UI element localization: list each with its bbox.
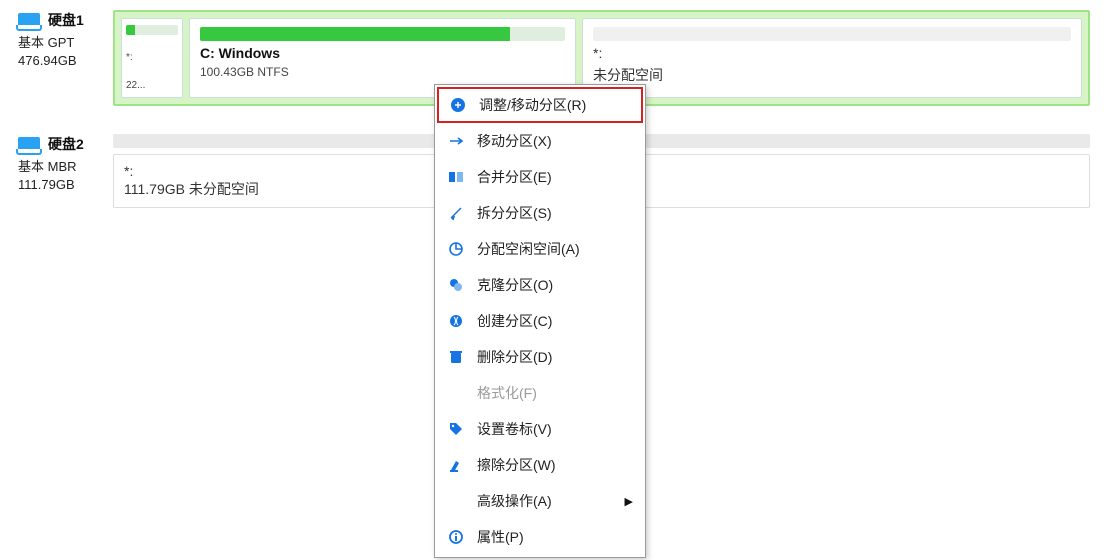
side-star: *: bbox=[593, 45, 1071, 61]
merge-icon bbox=[447, 168, 465, 186]
small-part-symbol: *: bbox=[126, 52, 178, 63]
disk1-type: 基本 GPT bbox=[18, 32, 113, 51]
menu-move-label: 移动分区(X) bbox=[477, 131, 552, 151]
disk1-name: 硬盘1 bbox=[48, 10, 84, 30]
menu-delete[interactable]: 删除分区(D) bbox=[437, 339, 643, 375]
submenu-arrow-icon: ▶ bbox=[625, 495, 633, 508]
side-usage-bar bbox=[593, 27, 1071, 41]
main-usage-bar bbox=[200, 27, 565, 41]
clone-icon bbox=[447, 276, 465, 294]
menu-clone-label: 克隆分区(O) bbox=[477, 275, 553, 295]
menu-advanced-label: 高级操作(A) bbox=[477, 491, 552, 511]
menu-move[interactable]: 移动分区(X) bbox=[437, 123, 643, 159]
disk2-name: 硬盘2 bbox=[48, 134, 84, 154]
menu-allocate-free[interactable]: 分配空闲空间(A) bbox=[437, 231, 643, 267]
disk2-size: 111.79GB bbox=[18, 177, 113, 192]
disk-icon bbox=[18, 137, 40, 151]
disk1-unallocated-partition[interactable]: *: 未分配空间 bbox=[582, 18, 1082, 98]
menu-create[interactable]: 创建分区(C) bbox=[437, 303, 643, 339]
wipe-icon bbox=[447, 456, 465, 474]
tag-icon bbox=[447, 420, 465, 438]
menu-label-label: 设置卷标(V) bbox=[477, 419, 552, 439]
menu-split-label: 拆分分区(S) bbox=[477, 203, 552, 223]
menu-wipe-label: 擦除分区(W) bbox=[477, 455, 556, 475]
side-label: 未分配空间 bbox=[593, 65, 1071, 85]
menu-set-label[interactable]: 设置卷标(V) bbox=[437, 411, 643, 447]
menu-format-label: 格式化(F) bbox=[477, 383, 537, 403]
menu-wipe[interactable]: 擦除分区(W) bbox=[437, 447, 643, 483]
small-usage-bar bbox=[126, 25, 178, 35]
menu-clone[interactable]: 克隆分区(O) bbox=[437, 267, 643, 303]
delete-icon bbox=[447, 348, 465, 366]
partition-context-menu: 调整/移动分区(R) 移动分区(X) 合并分区(E) 拆分分区(S) 分配空闲空… bbox=[434, 84, 646, 558]
disk-icon bbox=[18, 13, 40, 27]
main-part-sub: 100.43GB NTFS bbox=[200, 65, 565, 79]
disk2-label-block[interactable]: 硬盘2 基本 MBR 111.79GB bbox=[18, 134, 113, 192]
menu-allocfree-label: 分配空闲空间(A) bbox=[477, 239, 580, 259]
menu-advanced[interactable]: 高级操作(A) ▶ bbox=[437, 483, 643, 519]
menu-merge-label: 合并分区(E) bbox=[477, 167, 552, 187]
menu-format: 格式化(F) bbox=[437, 375, 643, 411]
main-part-label: C: Windows bbox=[200, 45, 565, 61]
properties-icon bbox=[447, 528, 465, 546]
resize-icon bbox=[449, 96, 467, 114]
menu-resize-move[interactable]: 调整/移动分区(R) bbox=[437, 87, 643, 123]
disk1-label-block[interactable]: 硬盘1 基本 GPT 476.94GB bbox=[18, 10, 113, 68]
menu-merge[interactable]: 合并分区(E) bbox=[437, 159, 643, 195]
split-icon bbox=[447, 204, 465, 222]
disk1-size: 476.94GB bbox=[18, 53, 113, 68]
disk2-type: 基本 MBR bbox=[18, 156, 113, 175]
menu-split[interactable]: 拆分分区(S) bbox=[437, 195, 643, 231]
menu-delete-label: 删除分区(D) bbox=[477, 347, 552, 367]
create-icon bbox=[447, 312, 465, 330]
menu-resize-label: 调整/移动分区(R) bbox=[479, 95, 586, 115]
menu-props-label: 属性(P) bbox=[477, 527, 524, 547]
format-icon bbox=[447, 384, 465, 402]
pie-icon bbox=[447, 240, 465, 258]
move-icon bbox=[447, 132, 465, 150]
advanced-icon bbox=[447, 492, 465, 510]
disk1-small-partition[interactable]: *: 22... bbox=[121, 18, 183, 98]
small-part-size: 22... bbox=[126, 80, 178, 91]
menu-create-label: 创建分区(C) bbox=[477, 311, 552, 331]
